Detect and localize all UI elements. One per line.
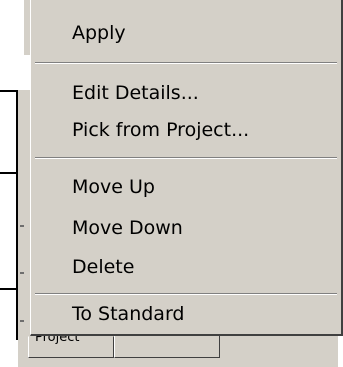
menu-item-label: Move Up [72, 176, 155, 198]
menu-item-pick-from-project[interactable]: Pick from Project... [31, 112, 341, 148]
background-panel-border [0, 172, 18, 174]
menu-item-to-standard[interactable]: To Standard [31, 296, 341, 332]
menu-item-label: Delete [72, 256, 135, 278]
background-tick [20, 320, 24, 322]
background-panel-border [0, 288, 18, 290]
menu-item-move-up[interactable]: Move Up [31, 169, 341, 205]
menu-item-label: Move Down [72, 217, 183, 239]
menu-item-label: Apply [72, 22, 126, 44]
background-tick [20, 225, 24, 227]
menu-separator [35, 62, 337, 64]
background-window [0, 0, 30, 367]
tab-strip: Project [18, 330, 338, 367]
menu-item-move-down[interactable]: Move Down [31, 210, 341, 246]
background-panel [18, 90, 30, 340]
menu-item-edit-details[interactable]: Edit Details... [31, 75, 341, 111]
menu-item-delete[interactable]: Delete [31, 249, 341, 285]
context-menu: Apply Edit Details... Pick from Project.… [30, 0, 343, 336]
menu-item-label: To Standard [72, 303, 185, 325]
menu-item-label: Edit Details... [72, 82, 199, 104]
menu-item-apply[interactable]: Apply [31, 15, 341, 51]
tab-other[interactable] [114, 336, 220, 358]
menu-separator [35, 157, 337, 159]
menu-item-label: Pick from Project... [72, 119, 250, 141]
background-tick [20, 272, 24, 274]
menu-separator [35, 293, 337, 295]
tab-project[interactable]: Project [28, 330, 114, 358]
